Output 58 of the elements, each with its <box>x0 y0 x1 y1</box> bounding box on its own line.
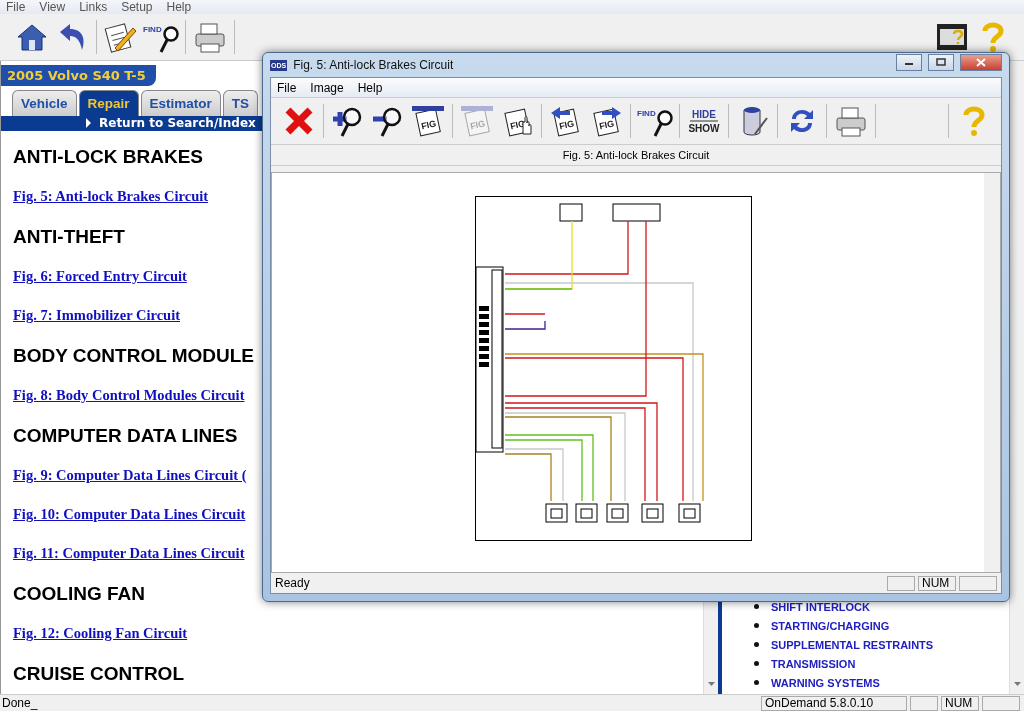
menu-item[interactable]: Image <box>310 80 344 95</box>
topic-link[interactable]: SUPPLEMENTAL RESTRAINTS <box>771 638 934 651</box>
menu-item[interactable]: Links <box>79 0 108 14</box>
menu-item[interactable]: View <box>39 0 66 14</box>
tab[interactable]: Estimator <box>140 89 221 116</box>
scroll-down-arrow-icon[interactable] <box>1013 682 1021 686</box>
menu-item[interactable]: File <box>277 80 297 95</box>
status-text: Ready <box>275 576 311 590</box>
figure-link[interactable]: Fig. 7: Immobilizer Circuit <box>13 307 180 324</box>
status-cell <box>982 695 1020 711</box>
status-cell <box>959 575 997 591</box>
window-title: Fig. 5: Anti-lock Brakes Circuit <box>293 58 454 72</box>
figure-link[interactable]: Fig. 6: Forced Entry Circuit <box>13 268 187 285</box>
section-heading: ANTI-THEFT <box>13 224 125 249</box>
figure-link[interactable]: Fig. 10: Computer Data Lines Circuit <box>13 506 246 523</box>
menu-item[interactable]: Help <box>166 0 192 14</box>
section-heading: ANTI-LOCK BRAKES <box>13 144 203 169</box>
close-button[interactable] <box>960 53 1002 71</box>
menu-item[interactable]: Setup <box>121 0 153 14</box>
close-icon <box>976 57 986 67</box>
tab[interactable]: TS <box>222 89 259 116</box>
search-button[interactable]: FIND <box>637 104 673 138</box>
maximize-button[interactable] <box>928 53 954 71</box>
topic-link[interactable]: WARNING SYSTEMS <box>771 676 880 689</box>
printer-button[interactable] <box>192 20 228 54</box>
version-text: OnDemand 5.8.0.10 <box>761 695 907 711</box>
figure-caption: Fig. 5: Anti-lock Brakes Circuit <box>271 145 1001 166</box>
section-heading: COMPUTER DATA LINES <box>13 423 238 448</box>
notepad-pencil-button[interactable] <box>103 20 139 54</box>
tab[interactable]: Repair <box>78 89 139 116</box>
status-cell <box>887 575 915 591</box>
section-heading: BODY CONTROL MODULE <box>13 343 255 368</box>
num-lock-indicator: NUM <box>941 695 979 711</box>
figure-link[interactable]: Fig. 9: Computer Data Lines Circuit ( <box>13 467 247 484</box>
menu-item[interactable]: Help <box>357 80 383 95</box>
section-heading: CRUISE CONTROL <box>13 661 184 686</box>
status-text: Done_ <box>1 696 39 710</box>
num-lock-indicator: NUM <box>918 575 956 591</box>
return-link[interactable]: Return to Search/Index <box>86 116 256 131</box>
figure-link[interactable]: Fig. 8: Body Control Modules Circuit <box>13 387 245 404</box>
minimize-button[interactable] <box>896 53 922 71</box>
topic-link[interactable]: STARTING/CHARGING <box>771 619 890 632</box>
section-heading: COOLING FAN <box>13 581 145 606</box>
hide-show-button[interactable]: HIDE SHOW <box>686 104 722 138</box>
scroll-down-arrow-icon[interactable] <box>707 682 715 686</box>
figure-link[interactable]: Fig. 11: Computer Data Lines Circuit <box>13 545 245 562</box>
figure-link[interactable]: Fig. 12: Cooling Fan Circuit <box>13 625 188 642</box>
maximize-icon <box>936 58 946 66</box>
scrollbar[interactable] <box>984 173 1000 572</box>
topic-link[interactable]: SHIFT INTERLOCK <box>771 600 870 613</box>
topic-link[interactable]: TRANSMISSION <box>771 657 856 670</box>
tab[interactable]: Vehicle <box>12 89 77 116</box>
printer-button[interactable] <box>833 104 869 138</box>
vehicle-label: 2005 Volvo S40 T-5 <box>1 65 156 86</box>
search-button[interactable]: FIND <box>143 20 179 54</box>
menu-item[interactable]: File <box>6 0 26 14</box>
figure-link[interactable]: Fig. 5: Anti-lock Brakes Circuit <box>13 188 209 205</box>
status-cell <box>910 695 938 711</box>
